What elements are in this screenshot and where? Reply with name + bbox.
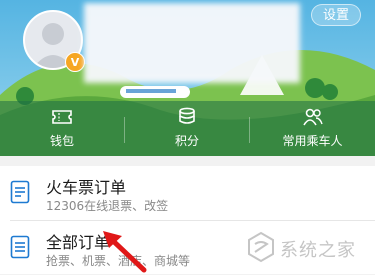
- order-subtitle: 12306在线退票、改签: [46, 199, 169, 213]
- tab-frequent-passengers-label: 常用乘车人: [282, 134, 343, 148]
- order-item-train[interactable]: 火车票订单 12306在线退票、改签: [0, 166, 375, 221]
- people-icon: [302, 108, 323, 126]
- list-doc-icon: [10, 235, 30, 259]
- blurred-user-info: [84, 3, 300, 83]
- order-title: 火车票订单: [46, 178, 127, 197]
- tab-wallet-label: 钱包: [49, 134, 74, 148]
- watermark: 系统之家: [244, 222, 375, 274]
- tab-wallet[interactable]: 钱包: [0, 101, 124, 156]
- coins-icon: [179, 107, 195, 124]
- tab-points-label: 积分: [174, 134, 199, 148]
- red-pointer-arrow-icon: [103, 231, 147, 273]
- watermark-text: 系统之家: [280, 240, 356, 261]
- ticket-icon: [52, 110, 72, 124]
- ticket-doc-icon: [10, 180, 30, 204]
- vip-badge: V: [65, 52, 85, 72]
- tab-frequent-passengers[interactable]: 常用乘车人: [250, 101, 375, 156]
- profile-header: V 设置 钱包 积分 常用乘车人: [0, 0, 375, 156]
- quick-access-bar: 钱包 积分 常用乘车人: [0, 101, 375, 156]
- settings-button[interactable]: 设置: [311, 4, 361, 26]
- watermark-logo-icon: [248, 231, 274, 263]
- tab-points[interactable]: 积分: [125, 101, 249, 156]
